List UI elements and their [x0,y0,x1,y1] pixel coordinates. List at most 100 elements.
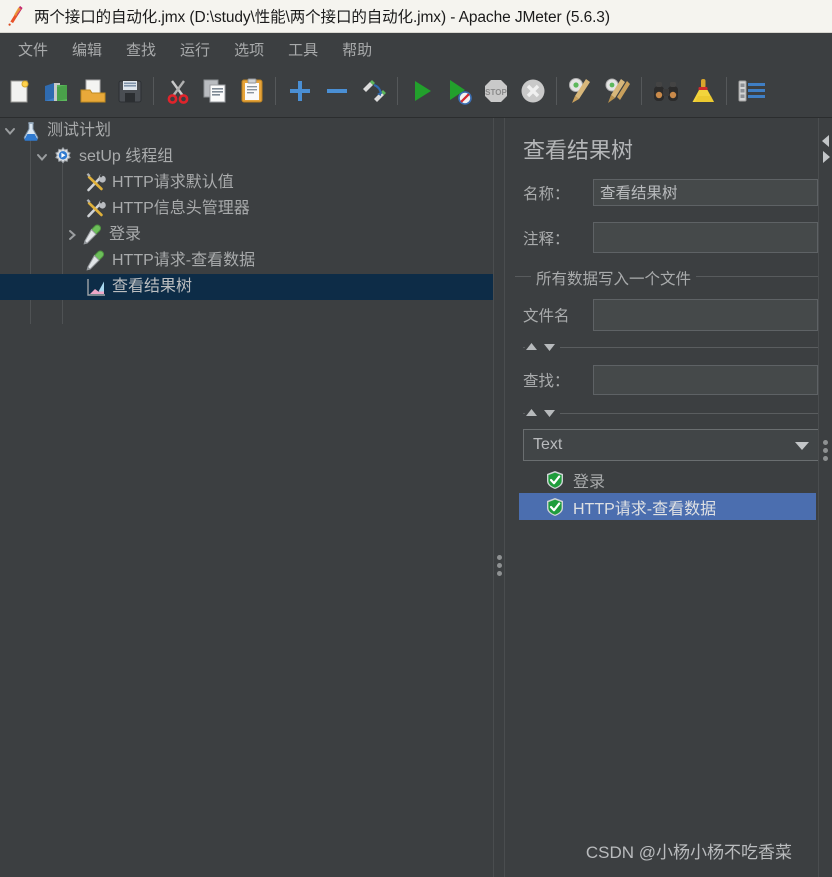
right-split-divider[interactable] [818,118,832,877]
toolbar-collapse-all[interactable] [318,71,355,112]
tree-node-label: 测试计划 [47,122,112,139]
collapse-arrows-2[interactable] [525,407,560,419]
config-tools-icon [85,198,107,220]
tree-node-http-request-view-data[interactable]: HTTP请求-查看数据 [0,248,493,274]
results-list[interactable]: 登录 HTTP请求-查看数据 [505,466,818,520]
section-divider-2[interactable] [505,407,818,421]
toolbar-templates[interactable] [37,71,74,112]
menu-tools[interactable]: 工具 [278,36,328,63]
toolbar-expand-all[interactable] [281,71,318,112]
toolbar-cut[interactable] [159,71,196,112]
flask-icon [20,120,42,142]
page-title: 查看结果树 [523,138,634,163]
toolbar-clear-all[interactable] [599,71,636,112]
jmeter-window: 两个接口的自动化.jmx (D:\study\性能\两个接口的自动化.jmx) … [0,0,832,877]
toolbar-open[interactable] [74,71,111,112]
tree-node-http-header-manager[interactable]: HTTP信息头管理器 [0,196,493,222]
triangle-up-icon [526,343,537,350]
toolbar-separator [275,77,276,105]
view-results-tree-icon [85,276,107,298]
save-floppy-icon [118,80,141,103]
result-item-login[interactable]: 登录 [505,466,818,493]
toolbar-search[interactable] [647,71,684,112]
toolbar-shutdown[interactable] [514,71,551,112]
tree-node-setup-thread-group[interactable]: setUp 线程组 [0,144,493,170]
write-all-data-to-file-group: 所有数据写入一个文件 文件名 [505,267,818,331]
comment-label: 注释： [523,230,570,248]
menu-edit[interactable]: 编辑 [62,36,112,63]
chevron-down-icon[interactable] [0,118,20,144]
horizontal-split-divider[interactable] [493,118,505,877]
name-field-row: 名称： 查看结果树 [505,179,818,206]
menu-search[interactable]: 查找 [116,36,166,63]
tree-node-label: HTTP信息头管理器 [112,200,250,217]
tree-node-http-request-defaults[interactable]: HTTP请求默认值 [0,170,493,196]
section-divider-1[interactable] [505,341,818,355]
toolbar-start-no-timers[interactable] [440,71,477,112]
reset-broom-icon [692,79,714,102]
toolbar-separator [641,77,642,105]
toolbar-clear[interactable] [562,71,599,112]
success-shield-icon [545,497,565,517]
toolbar-copy[interactable] [196,71,233,112]
scroll-left-right-arrows-icon [822,135,830,163]
function-helper-icon [738,80,765,102]
comment-input[interactable] [593,222,818,253]
csdn-watermark: CSDN @小杨小杨不吃香菜 [585,843,792,862]
scroll-arrow-buttons[interactable] [821,134,831,169]
tree-node-label: HTTP请求-查看数据 [112,252,256,269]
filename-input[interactable] [593,299,818,331]
toolbar-reset-search[interactable] [684,71,721,112]
binoculars-search-icon [653,82,678,101]
toolbar-save[interactable] [111,71,148,112]
name-label: 名称： [523,185,570,203]
title-bar: 两个接口的自动化.jmx (D:\study\性能\两个接口的自动化.jmx) … [0,0,832,33]
tree-node-label: 查看结果树 [112,278,193,295]
menu-options[interactable]: 选项 [224,36,274,63]
divider-line [523,347,818,348]
right-split-grip-dots [823,440,828,461]
tree-node-test-plan[interactable]: 测试计划 [0,118,493,144]
menu-file[interactable]: 文件 [8,36,58,63]
filename-label: 文件名 [523,308,570,325]
triangle-down-icon [544,344,555,351]
jmeter-feather-icon [4,4,34,28]
divider-line [523,413,818,414]
tree-node-login[interactable]: 登录 [0,222,493,248]
name-input[interactable]: 查看结果树 [593,179,818,206]
main-content: 测试计划 setUp 线程组 HTTP请求默认值 HTTP信息头管理器 登录 H… [0,118,832,877]
menu-bar: 文件 编辑 查找 运行 选项 工具 帮助 [0,33,832,65]
collapse-arrows-1[interactable] [525,341,560,353]
start-play-icon [414,81,431,101]
toolbar-function-helper[interactable] [732,71,769,112]
toolbar-toggle[interactable] [355,71,392,112]
tree-node-view-results-tree[interactable]: 查看结果树 [0,274,493,300]
toolbar-separator [397,77,398,105]
filename-field-row: 文件名 [517,299,818,331]
chevron-down-icon[interactable] [32,144,52,170]
window-title: 两个接口的自动化.jmx (D:\study\性能\两个接口的自动化.jmx) … [34,9,610,26]
toolbar-new[interactable] [0,71,37,112]
renderer-select[interactable]: Text [523,429,818,461]
search-label: 查找： [523,373,570,390]
toolbar-separator [726,77,727,105]
result-item-label: 登录 [573,473,606,491]
toolbar-stop[interactable]: STOP [477,71,514,112]
menu-run[interactable]: 运行 [170,36,220,63]
toolbar-start[interactable] [403,71,440,112]
templates-icon [44,83,67,101]
menu-help[interactable]: 帮助 [332,36,382,63]
toolbar-paste[interactable] [233,71,270,112]
comment-field-row: 注释： [505,222,818,253]
test-plan-tree[interactable]: 测试计划 setUp 线程组 HTTP请求默认值 HTTP信息头管理器 登录 H… [0,118,493,877]
chevron-right-icon[interactable] [62,222,82,248]
result-item-label: HTTP请求-查看数据 [573,500,717,518]
open-folder-icon [80,79,105,103]
tree-node-label: setUp 线程组 [79,148,174,165]
triangle-down-icon [544,410,555,417]
cut-scissors-icon [167,80,188,104]
search-input[interactable] [593,365,818,395]
group-title: 所有数据写入一个文件 [531,267,697,289]
result-item-http-request-view-data[interactable]: HTTP请求-查看数据 [519,493,816,520]
shutdown-icon [521,79,544,103]
